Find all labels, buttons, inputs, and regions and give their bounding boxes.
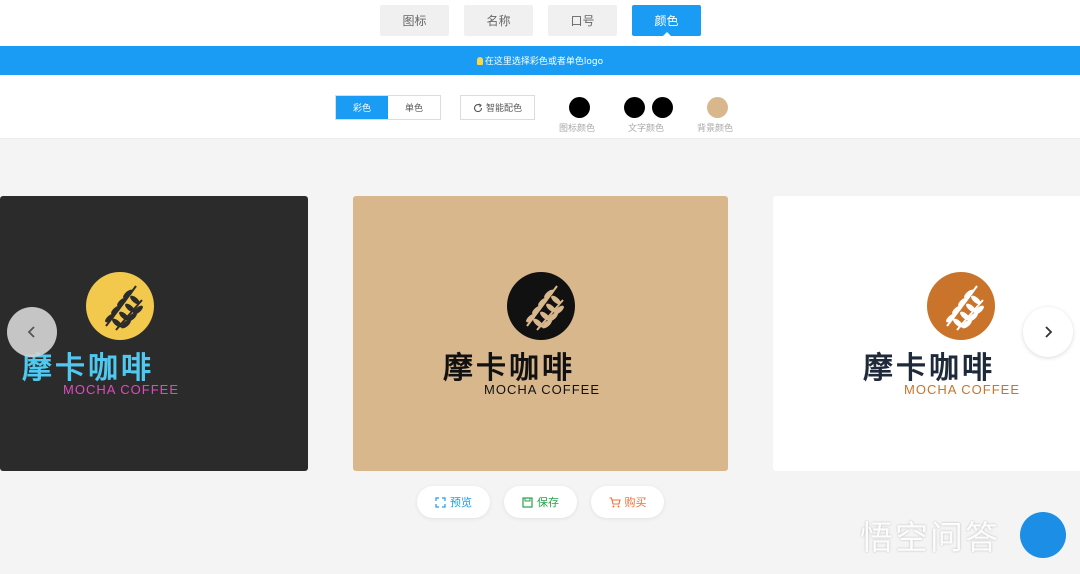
logo-chinese-name: 摩卡咖啡 — [443, 351, 575, 386]
logo-card-tan[interactable]: 摩卡咖啡 MOCHA COFFEE — [353, 196, 728, 471]
next-arrow-button[interactable] — [1023, 307, 1073, 357]
hint-banner: 在这里选择彩色或者单色logo — [0, 46, 1080, 75]
top-tab-bar: 图标 名称 口号 颜色 — [0, 0, 1080, 46]
color-mode-toggle: 彩色 单色 — [335, 95, 441, 120]
bg-color-swatch[interactable] — [707, 97, 728, 118]
save-label: 保存 — [537, 496, 559, 509]
tab-color[interactable]: 颜色 — [632, 5, 701, 37]
bg-color-label: 背景颜色 — [697, 124, 734, 134]
text-color-label: 文字颜色 — [628, 124, 665, 134]
cart-icon — [609, 496, 621, 507]
watermark-text: 悟空问答 — [860, 518, 1000, 557]
logo-english-name: MOCHA COFFEE — [484, 382, 601, 397]
bulb-icon — [476, 56, 483, 65]
text-color-swatch-2[interactable] — [652, 97, 673, 118]
chevron-right-icon — [1045, 326, 1053, 338]
logo-chinese-name: 摩卡咖啡 — [863, 351, 995, 386]
text-color-swatch-1[interactable] — [624, 97, 645, 118]
wheat-emblem-icon — [86, 272, 154, 340]
save-button[interactable]: 保存 — [504, 486, 577, 518]
tab-icon[interactable]: 图标 — [380, 5, 449, 36]
wheat-emblem-icon — [507, 272, 575, 340]
smart-color-label: 智能配色 — [485, 104, 522, 114]
hint-text: 在这里选择彩色或者单色logo — [484, 57, 604, 67]
preview-label: 预览 — [450, 496, 472, 509]
wheat-emblem-icon — [927, 272, 995, 340]
prev-arrow-button[interactable] — [7, 307, 57, 357]
buy-label: 购买 — [624, 496, 647, 509]
logo-english-name: MOCHA COFFEE — [904, 382, 1021, 397]
preview-button[interactable]: 预览 — [417, 486, 490, 518]
watermark-badge-icon — [1020, 512, 1066, 558]
floppy-disk-icon — [522, 496, 533, 508]
icon-color-label: 图标颜色 — [559, 124, 596, 134]
expand-icon — [435, 496, 446, 508]
logo-english-name: MOCHA COFFEE — [63, 382, 180, 397]
icon-color-swatch[interactable] — [569, 97, 590, 118]
watermark: 悟空问答 — [860, 510, 1075, 560]
color-options-bar: 彩色 单色 智能配色 图标颜色 文字颜色 背景颜色 — [0, 75, 1080, 139]
refresh-icon — [473, 103, 483, 112]
chevron-left-icon — [27, 326, 35, 338]
tab-slogan[interactable]: 口号 — [548, 5, 617, 36]
tab-name[interactable]: 名称 — [464, 5, 533, 36]
smart-color-button[interactable]: 智能配色 — [460, 95, 535, 120]
mono-mode-button[interactable]: 单色 — [388, 96, 440, 119]
color-mode-button[interactable]: 彩色 — [336, 96, 388, 119]
buy-button[interactable]: 购买 — [591, 486, 664, 518]
